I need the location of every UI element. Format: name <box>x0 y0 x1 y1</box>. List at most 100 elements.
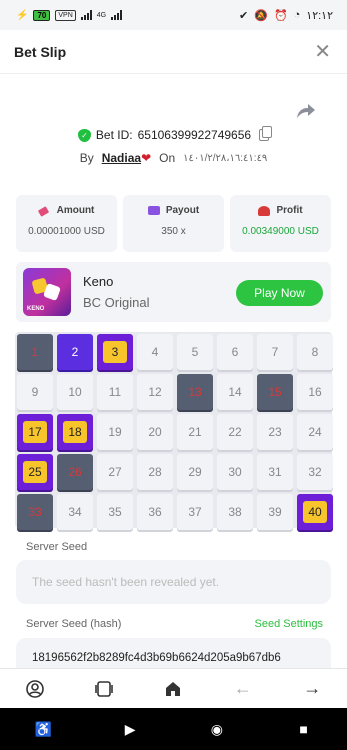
keno-tile[interactable]: 14 <box>217 374 253 410</box>
keno-tile[interactable]: 15 <box>257 374 293 410</box>
seed-settings-link[interactable]: Seed Settings <box>255 618 324 630</box>
keno-tile[interactable]: 6 <box>217 334 253 370</box>
bet-slip-content[interactable]: ✓ Bet ID: 65106399922749656 By Nadiaa❤ O… <box>0 74 347 668</box>
accessibility-icon[interactable]: ♿ <box>28 721 58 738</box>
signal-icon-2 <box>111 10 123 20</box>
keno-tile-number: 20 <box>148 425 162 439</box>
keno-tile[interactable]: 11 <box>97 374 133 410</box>
keno-tile[interactable]: 23 <box>257 414 293 450</box>
keno-tile-number: 22 <box>228 425 242 439</box>
keno-tile[interactable]: 34 <box>57 494 93 530</box>
keno-tile[interactable]: 25 <box>17 454 53 490</box>
keno-tile[interactable]: 39 <box>257 494 293 530</box>
keno-tile[interactable]: 26 <box>57 454 93 490</box>
keno-tile[interactable]: 8 <box>297 334 333 370</box>
keno-tile[interactable]: 31 <box>257 454 293 490</box>
stat-profit-label: Profit <box>276 205 303 216</box>
forward-arrow-icon[interactable]: → <box>292 669 332 709</box>
header-bar: Bet Slip ✕ <box>0 30 347 74</box>
check-icon: ✔ <box>239 9 249 22</box>
keno-tile[interactable]: 35 <box>97 494 133 530</box>
keno-tile[interactable]: 27 <box>97 454 133 490</box>
server-seed-hash-label: Server Seed (hash) <box>26 618 122 630</box>
keno-tile[interactable]: 24 <box>297 414 333 450</box>
keno-tile[interactable]: 20 <box>137 414 173 450</box>
keno-tile[interactable]: 38 <box>217 494 253 530</box>
keno-tile-number: 15 <box>268 385 282 399</box>
keno-tile-number: 5 <box>191 345 199 359</box>
keno-tile[interactable]: 29 <box>177 454 213 490</box>
keno-tile[interactable]: 36 <box>137 494 173 530</box>
keno-tile-number: 1 <box>31 345 39 359</box>
user-link[interactable]: Nadiaa❤ <box>102 151 151 165</box>
keno-tile[interactable]: 13 <box>177 374 213 410</box>
keno-tile[interactable]: 12 <box>137 374 173 410</box>
bet-date: ١٤٠١/٢/٢٨،١٦:٤١:٤٩ <box>183 152 268 164</box>
keno-tile[interactable]: 3 <box>97 334 133 370</box>
dice-icon-2 <box>43 283 61 301</box>
keno-tile-number: 4 <box>151 345 159 359</box>
keno-tile-number: 37 <box>188 505 202 519</box>
profit-icon <box>258 205 271 216</box>
profile-icon[interactable] <box>15 669 55 709</box>
keno-tile-number: 35 <box>108 505 122 519</box>
keno-tile[interactable]: 18 <box>57 414 93 450</box>
play-icon[interactable]: ▶ <box>115 721 145 738</box>
keno-tile[interactable]: 22 <box>217 414 253 450</box>
keno-tile[interactable]: 33 <box>17 494 53 530</box>
share-icon[interactable] <box>297 104 315 118</box>
keno-tile[interactable]: 10 <box>57 374 93 410</box>
server-seed-field: The seed hasn't been revealed yet. <box>16 560 331 604</box>
keno-tile[interactable]: 19 <box>97 414 133 450</box>
bet-id-value: 65106399922749656 <box>137 128 252 142</box>
alarm-icon: ⏰ <box>273 9 288 22</box>
keno-tile-number: 10 <box>68 385 82 399</box>
keno-thumbnail[interactable]: KENO <box>23 268 71 316</box>
keno-tile[interactable]: 37 <box>177 494 213 530</box>
back-arrow-icon[interactable]: ← <box>223 669 263 709</box>
by-label: By <box>79 151 94 165</box>
browser-bottom-nav: ← → <box>0 668 347 708</box>
tabs-icon[interactable] <box>84 669 124 709</box>
keno-tile[interactable]: 40 <box>297 494 333 530</box>
keno-tile[interactable]: 17 <box>17 414 53 450</box>
on-label: On <box>159 151 176 165</box>
keno-tile[interactable]: 4 <box>137 334 173 370</box>
bet-id-label: Bet ID: <box>95 128 133 142</box>
stat-amount: Amount 0.00001000 USD <box>16 195 117 252</box>
keno-tile[interactable]: 7 <box>257 334 293 370</box>
keno-tile-number: 39 <box>268 505 282 519</box>
keno-tile[interactable]: 28 <box>137 454 173 490</box>
stat-amount-label: Amount <box>56 205 95 216</box>
copy-icon[interactable] <box>259 126 273 141</box>
stat-profit: Profit 0.00349000 USD <box>230 195 331 252</box>
recents-square-icon[interactable]: ■ <box>289 721 319 737</box>
keno-tile[interactable]: 1 <box>17 334 53 370</box>
close-icon[interactable]: ✕ <box>314 42 331 62</box>
server-seed-hash-field[interactable]: 18196562f2b8289fc4d3b69b6624d205a9b67db6 <box>16 638 331 668</box>
keno-tile[interactable]: 21 <box>177 414 213 450</box>
keno-tile-number: 6 <box>231 345 239 359</box>
home-icon[interactable] <box>153 669 193 709</box>
server-seed-placeholder: The seed hasn't been revealed yet. <box>32 575 220 589</box>
status-time: ١٢:١٢ <box>306 9 333 22</box>
keno-tile[interactable]: 9 <box>17 374 53 410</box>
keno-tile-number: 16 <box>308 385 322 399</box>
play-now-button[interactable]: Play Now <box>236 280 323 306</box>
keno-tile-number: 33 <box>28 505 42 519</box>
keno-tile[interactable]: 32 <box>297 454 333 490</box>
keno-tile-number: 9 <box>31 385 39 399</box>
stat-profit-value: 0.00349000 USD <box>242 226 319 237</box>
keno-tile[interactable]: 2 <box>57 334 93 370</box>
keno-tile[interactable]: 16 <box>297 374 333 410</box>
game-subtitle: BC Original <box>83 295 150 310</box>
keno-tile[interactable]: 30 <box>217 454 253 490</box>
keno-tile-number: 23 <box>268 425 282 439</box>
bet-id-row: ✓ Bet ID: 65106399922749656 <box>0 126 347 142</box>
home-circle-icon[interactable]: ◉ <box>202 721 232 738</box>
keno-tile-number: 17 <box>23 421 47 443</box>
network-type: 4G <box>96 11 107 19</box>
stat-payout-label: Payout <box>165 205 200 216</box>
keno-tile[interactable]: 5 <box>177 334 213 370</box>
status-right: ✔ 🔕 ⏰ ◔ ١٢:١٢ <box>239 9 333 22</box>
